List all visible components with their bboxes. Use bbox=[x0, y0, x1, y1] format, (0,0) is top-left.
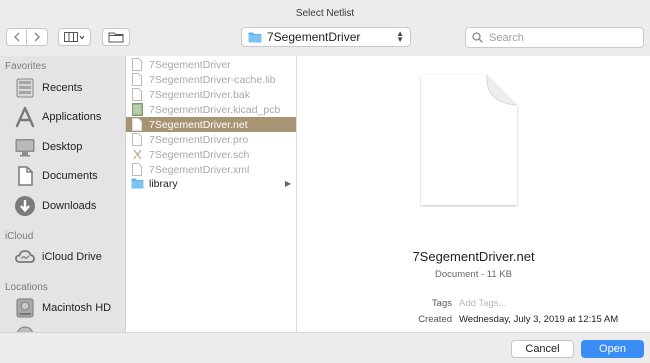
sidebar-item-icloud-drive[interactable]: iCloud Drive bbox=[12, 244, 124, 270]
file-name: 7SegementDriver.net bbox=[149, 118, 248, 131]
sidebar-item-partial bbox=[12, 322, 124, 332]
sidebar-item-macintosh-hd[interactable]: Macintosh HD bbox=[12, 295, 124, 321]
tags-field[interactable]: Add Tags... bbox=[459, 298, 506, 309]
file-row[interactable]: 7SegementDriver.xml bbox=[126, 162, 296, 177]
sidebar-item-applications[interactable]: Applications bbox=[12, 104, 124, 130]
disclosure-arrow-icon: ▶ bbox=[284, 179, 291, 188]
desktop-icon bbox=[12, 135, 37, 159]
sidebar-item-label: Macintosh HD bbox=[42, 302, 112, 314]
file-row[interactable]: 7SegementDriver.kicad_pcb bbox=[126, 102, 296, 117]
sidebar: Favorites Recents Applications Desktop D… bbox=[0, 56, 126, 332]
blank-file-icon bbox=[130, 88, 144, 102]
recents-icon bbox=[12, 76, 37, 100]
file-row[interactable]: 7SegementDriver.pro bbox=[126, 132, 296, 147]
sidebar-item-label: iCloud Drive bbox=[42, 251, 102, 263]
applications-icon bbox=[12, 105, 37, 129]
sidebar-section-favorites: Favorites bbox=[5, 61, 47, 72]
sidebar-section-locations: Locations bbox=[5, 282, 48, 293]
file-row[interactable]: 7SegementDriver.bak bbox=[126, 87, 296, 102]
file-row-selected[interactable]: 7SegementDriver.net bbox=[126, 117, 296, 132]
sidebar-item-desktop[interactable]: Desktop bbox=[12, 134, 124, 160]
toolbar: 7SegementDriver ▲ ▼ bbox=[0, 22, 650, 54]
columns-view-icon bbox=[63, 32, 84, 42]
sidebar-item-downloads[interactable]: Downloads bbox=[12, 193, 124, 219]
search-field[interactable] bbox=[465, 27, 644, 48]
sidebar-item-label: Recents bbox=[42, 82, 83, 94]
file-name: 7SegementDriver.kicad_pcb bbox=[149, 103, 281, 116]
sidebar-item-label: Desktop bbox=[42, 141, 83, 153]
disk-icon bbox=[12, 323, 37, 332]
chevron-right-icon bbox=[34, 32, 40, 42]
file-name: 7SegementDriver.xml bbox=[149, 163, 250, 176]
documents-icon bbox=[12, 164, 37, 188]
popup-arrows-icon: ▲ ▼ bbox=[396, 29, 404, 44]
search-icon bbox=[472, 32, 483, 43]
blank-file-icon bbox=[130, 133, 144, 147]
blank-file-icon bbox=[130, 163, 144, 177]
chevron-left-icon bbox=[13, 32, 19, 42]
pcb-file-icon bbox=[130, 103, 144, 117]
sidebar-item-label: Documents bbox=[42, 170, 98, 182]
document-icon bbox=[130, 118, 144, 132]
bottom-bar: Cancel Open bbox=[0, 332, 650, 363]
file-name: 7SegementDriver-cache.lib bbox=[149, 73, 276, 86]
sidebar-item-label: Applications bbox=[42, 111, 102, 123]
file-list: 7SegementDriver 7SegementDriver-cache.li… bbox=[126, 56, 297, 332]
back-button[interactable] bbox=[6, 28, 27, 46]
view-mode-button[interactable] bbox=[58, 28, 91, 46]
schematic-file-icon bbox=[130, 148, 144, 162]
file-row[interactable]: 7SegementDriver-cache.lib bbox=[126, 72, 296, 87]
file-name: library bbox=[149, 177, 178, 190]
created-value: Wednesday, July 3, 2019 at 12:15 AM bbox=[459, 314, 619, 325]
blank-file-icon bbox=[130, 58, 144, 72]
sidebar-item-label: Downloads bbox=[42, 200, 97, 212]
sidebar-section-icloud: iCloud bbox=[5, 231, 34, 242]
file-name: 7SegementDriver bbox=[149, 58, 231, 71]
folder-icon bbox=[130, 177, 144, 191]
preview-pane: 7SegementDriver.net Document - 11 KB Tag… bbox=[297, 56, 650, 332]
location-label: 7SegementDriver bbox=[267, 30, 361, 44]
cancel-button[interactable]: Cancel bbox=[511, 340, 574, 358]
new-folder-icon bbox=[108, 32, 124, 43]
preview-file-kind: Document - 11 KB bbox=[435, 269, 512, 280]
preview-file-name: 7SegementDriver.net bbox=[412, 249, 535, 264]
blank-file-icon bbox=[130, 73, 144, 87]
search-input[interactable] bbox=[487, 30, 641, 45]
created-label: Created bbox=[418, 314, 452, 325]
file-name: 7SegementDriver.bak bbox=[149, 88, 250, 101]
new-folder-button[interactable] bbox=[102, 28, 130, 46]
sidebar-item-recents[interactable]: Recents bbox=[12, 75, 124, 101]
document-preview-icon bbox=[421, 74, 518, 205]
file-row[interactable]: 7SegementDriver.sch bbox=[126, 147, 296, 162]
open-button[interactable]: Open bbox=[581, 340, 644, 358]
downloads-icon bbox=[12, 194, 37, 218]
tags-label: Tags bbox=[431, 298, 452, 309]
window-title: Select Netlist bbox=[295, 8, 355, 19]
sidebar-item-documents[interactable]: Documents bbox=[12, 163, 124, 189]
file-name: 7SegementDriver.pro bbox=[149, 133, 249, 146]
icloud-drive-icon bbox=[12, 245, 37, 269]
file-name: 7SegementDriver.sch bbox=[149, 148, 250, 161]
folder-icon bbox=[248, 32, 262, 42]
hard-drive-icon bbox=[12, 296, 37, 320]
location-popup[interactable]: 7SegementDriver ▲ ▼ bbox=[241, 27, 411, 47]
folder-row[interactable]: library ▶ bbox=[126, 176, 296, 191]
file-row[interactable]: 7SegementDriver bbox=[126, 57, 296, 72]
forward-button[interactable] bbox=[27, 28, 48, 46]
